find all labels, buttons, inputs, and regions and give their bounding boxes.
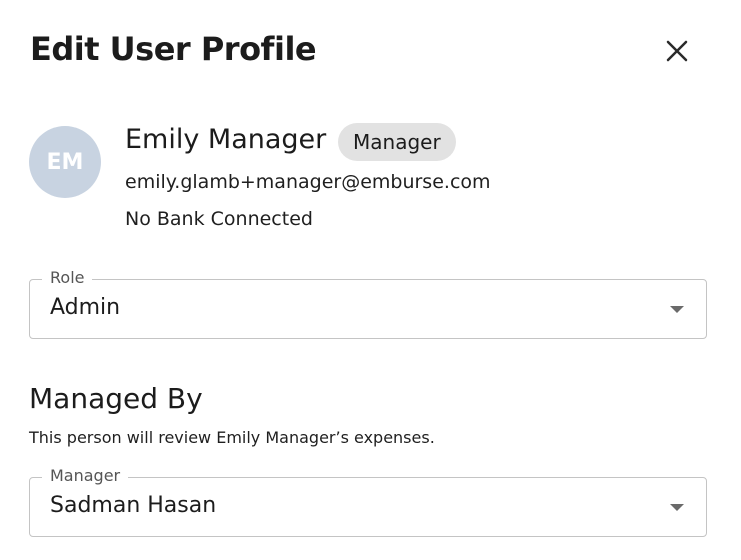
role-select-value: Admin xyxy=(50,295,121,320)
avatar: EM xyxy=(29,126,101,198)
managed-by-description: This person will review Emily Manager’s … xyxy=(29,428,435,447)
managed-by-heading: Managed By xyxy=(29,382,203,415)
manager-select-value: Sadman Hasan xyxy=(50,493,217,518)
user-email: emily.glamb+manager@emburse.com xyxy=(125,171,491,193)
avatar-initials: EM xyxy=(46,149,84,175)
user-name: Emily Manager xyxy=(125,124,327,155)
dropdown-arrow-icon xyxy=(670,504,684,511)
role-badge: Manager xyxy=(338,123,456,161)
dialog-title: Edit User Profile xyxy=(30,30,317,68)
manager-select-label: Manager xyxy=(42,466,129,485)
dropdown-arrow-icon xyxy=(670,306,684,313)
bank-status: No Bank Connected xyxy=(125,208,313,230)
manager-select[interactable]: Manager Sadman Hasan xyxy=(29,466,707,537)
role-badge-label: Manager xyxy=(353,130,441,154)
role-select[interactable]: Role Admin xyxy=(29,268,707,339)
role-select-label: Role xyxy=(42,268,93,287)
close-icon xyxy=(666,40,688,62)
close-button[interactable] xyxy=(660,35,694,69)
